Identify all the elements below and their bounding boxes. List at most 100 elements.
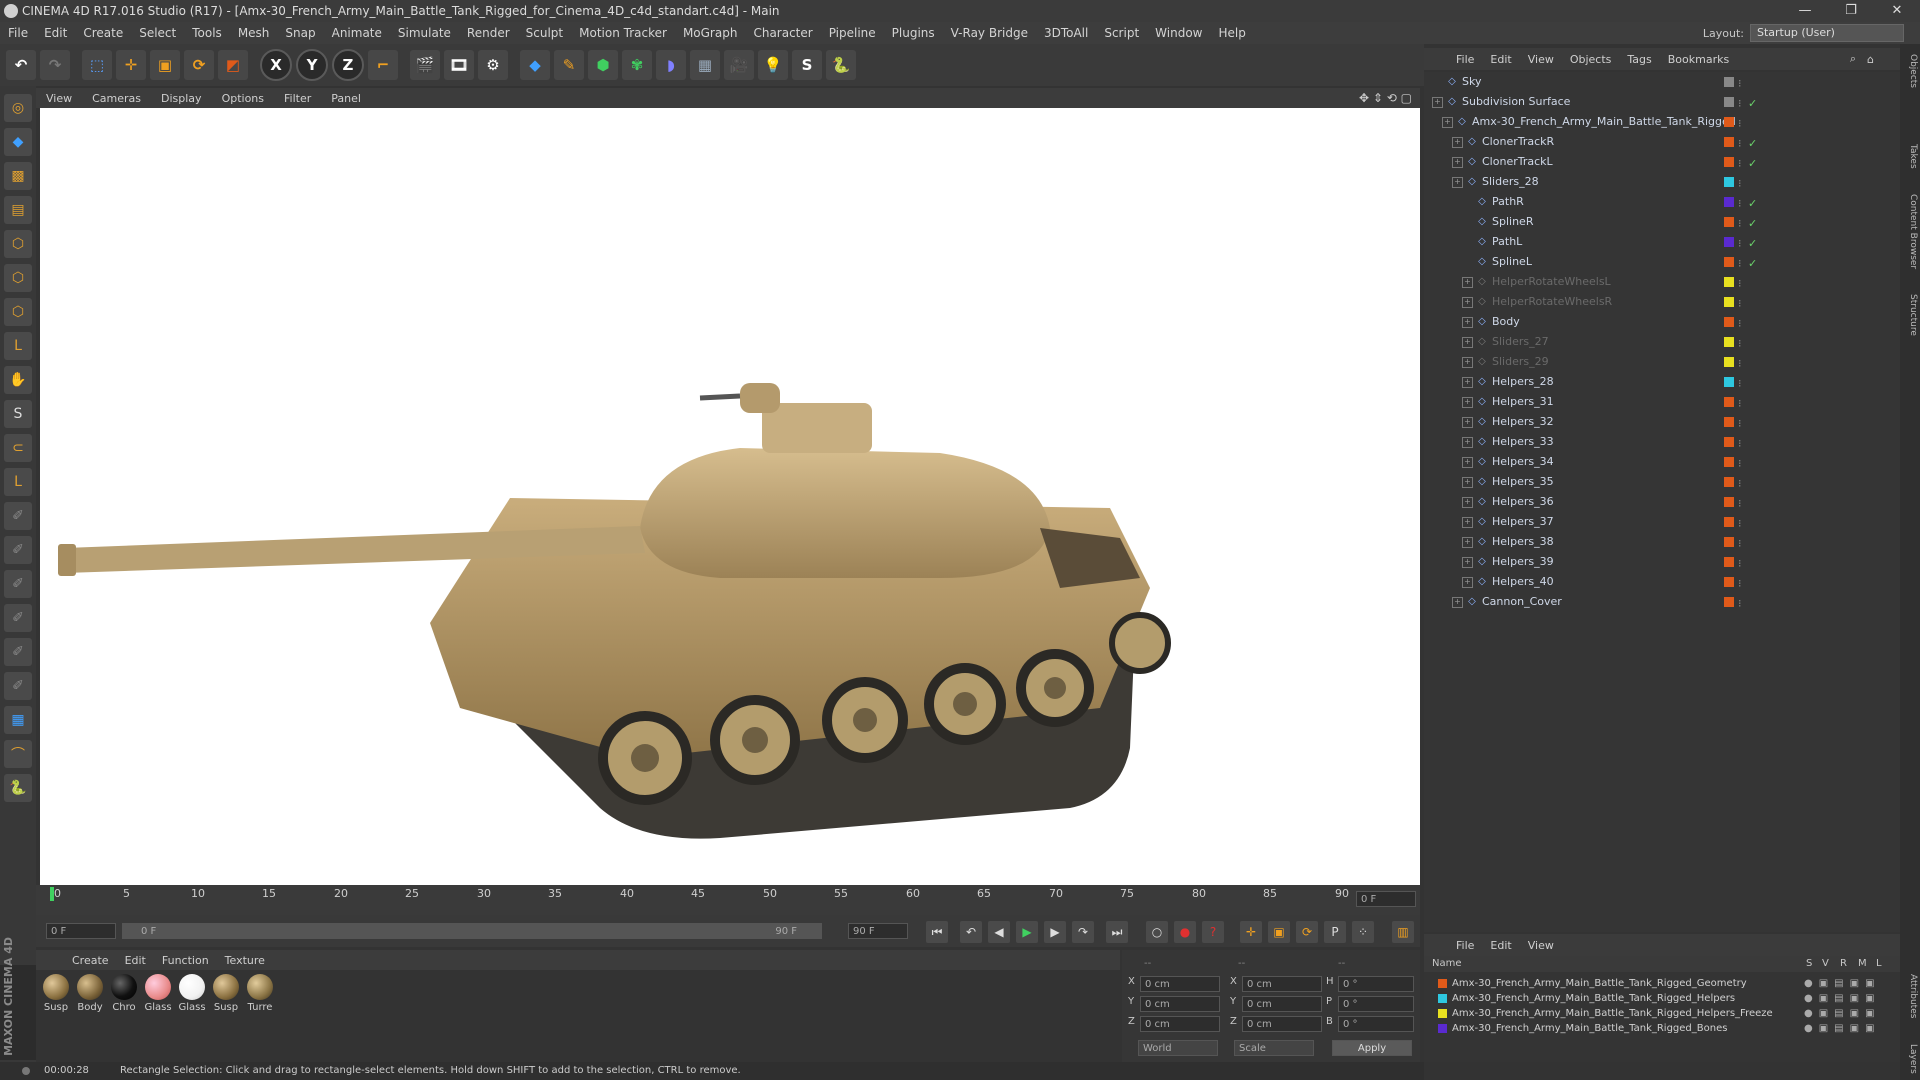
minimize-button[interactable]: — bbox=[1782, 0, 1828, 22]
sketch-icon[interactable]: S bbox=[792, 50, 822, 80]
recent-tools-icon[interactable]: ◩ bbox=[218, 50, 248, 80]
om-menu-edit[interactable]: Edit bbox=[1482, 53, 1519, 66]
sculpt-icon[interactable]: ✐ bbox=[4, 604, 32, 632]
visibility-dots-icon[interactable]: ⁝ bbox=[1738, 554, 1742, 574]
expand-toggle-icon[interactable]: + bbox=[1452, 157, 1463, 168]
play-icon[interactable]: ▶ bbox=[1016, 921, 1038, 943]
expand-toggle-icon[interactable]: + bbox=[1462, 557, 1473, 568]
subdivision-icon[interactable]: ⬢ bbox=[588, 50, 618, 80]
visibility-dots-icon[interactable]: ⁝ bbox=[1738, 74, 1742, 94]
object-row[interactable]: + ◇ Helpers_38 ⁝ bbox=[1424, 532, 1900, 552]
layer-color-swatch[interactable] bbox=[1724, 457, 1734, 467]
record-keys-icon[interactable]: ○ bbox=[1146, 921, 1168, 943]
go-to-start-icon[interactable]: ⏮ bbox=[926, 921, 948, 943]
brush-icon[interactable]: ✐ bbox=[4, 502, 32, 530]
menu-file[interactable]: File bbox=[0, 26, 36, 40]
layer-flags-icon[interactable]: ●▣▤▣▣ bbox=[1804, 1021, 1881, 1036]
object-row[interactable]: + ◇ Sliders_29 ⁝ bbox=[1424, 352, 1900, 372]
material-menu-texture[interactable]: Texture bbox=[217, 954, 273, 967]
enabled-check-icon[interactable]: ✓ bbox=[1748, 94, 1757, 114]
material-swatch[interactable]: Glass bbox=[178, 974, 206, 1058]
menu-pipeline[interactable]: Pipeline bbox=[821, 26, 884, 40]
object-name[interactable]: Sky bbox=[1462, 72, 1481, 92]
object-name[interactable]: SplineR bbox=[1492, 212, 1533, 232]
position-y-field[interactable]: 0 cm bbox=[1140, 996, 1220, 1012]
object-name[interactable]: PathR bbox=[1492, 192, 1524, 212]
viewport-menu-options[interactable]: Options bbox=[212, 92, 274, 105]
current-frame-field[interactable]: 0 F bbox=[1356, 891, 1416, 907]
grab-icon[interactable]: ✐ bbox=[4, 638, 32, 666]
lm-menu-edit[interactable]: Edit bbox=[1482, 939, 1519, 952]
previous-key-icon[interactable]: ↶ bbox=[960, 921, 982, 943]
material-swatch[interactable]: Glass bbox=[144, 974, 172, 1058]
layer-color-swatch[interactable] bbox=[1724, 477, 1734, 487]
viewport-navigation-icons[interactable]: ✥ ⇕ ⟲ ▢ bbox=[1359, 91, 1412, 105]
menu-help[interactable]: Help bbox=[1210, 26, 1253, 40]
visibility-dots-icon[interactable]: ⁝ bbox=[1738, 134, 1742, 154]
object-name[interactable]: ClonerTrackL bbox=[1482, 152, 1553, 172]
enabled-check-icon[interactable]: ✓ bbox=[1748, 214, 1757, 234]
object-name[interactable]: Helpers_34 bbox=[1492, 452, 1554, 472]
texture-mode-icon[interactable]: ▩ bbox=[4, 162, 32, 190]
visibility-dots-icon[interactable]: ⁝ bbox=[1738, 514, 1742, 534]
object-row[interactable]: + ◇ HelperRotateWheelsR ⁝ bbox=[1424, 292, 1900, 312]
menu-sculpt[interactable]: Sculpt bbox=[518, 26, 571, 40]
object-name[interactable]: Helpers_35 bbox=[1492, 472, 1554, 492]
size-x-field[interactable]: 0 cm bbox=[1242, 976, 1322, 992]
layer-color-swatch[interactable] bbox=[1724, 217, 1734, 227]
x-axis-lock-button[interactable]: X bbox=[260, 49, 292, 81]
expand-toggle-icon[interactable]: + bbox=[1462, 377, 1473, 388]
object-row[interactable]: + ◇ Sliders_28 ⁝ bbox=[1424, 172, 1900, 192]
go-to-end-icon[interactable]: ⏭ bbox=[1106, 921, 1128, 943]
layer-color-swatch[interactable] bbox=[1724, 337, 1734, 347]
menu-animate[interactable]: Animate bbox=[324, 26, 390, 40]
menu-snap[interactable]: Snap bbox=[277, 26, 323, 40]
layer-color-swatch[interactable] bbox=[1724, 517, 1734, 527]
lm-menu-file[interactable]: File bbox=[1448, 939, 1482, 952]
side-tab-layers[interactable]: Layers bbox=[1902, 1044, 1918, 1074]
key-rotation-icon[interactable]: ⟳ bbox=[1296, 921, 1318, 943]
material-swatch[interactable]: Chro bbox=[110, 974, 138, 1058]
layer-color-swatch[interactable] bbox=[1724, 317, 1734, 327]
visibility-dots-icon[interactable]: ⁝ bbox=[1738, 274, 1742, 294]
expand-toggle-icon[interactable]: + bbox=[1462, 497, 1473, 508]
layer-color-swatch[interactable] bbox=[1724, 417, 1734, 427]
material-swatch[interactable]: Susp bbox=[212, 974, 240, 1058]
visibility-dots-icon[interactable]: ⁝ bbox=[1738, 414, 1742, 434]
layer-color-swatch[interactable] bbox=[1724, 277, 1734, 287]
coordinate-system-icon[interactable]: ⌐ bbox=[368, 50, 398, 80]
menu-edit[interactable]: Edit bbox=[36, 26, 75, 40]
menu-vray-bridge[interactable]: V-Ray Bridge bbox=[943, 26, 1036, 40]
next-key-icon[interactable]: ↷ bbox=[1072, 921, 1094, 943]
object-name[interactable]: HelperRotateWheelsL bbox=[1492, 272, 1611, 292]
snap-icon[interactable]: S bbox=[4, 400, 32, 428]
object-row[interactable]: + ◇ HelperRotateWheelsL ⁝ bbox=[1424, 272, 1900, 292]
object-name[interactable]: ClonerTrackR bbox=[1482, 132, 1554, 152]
deformer-icon[interactable]: ◗ bbox=[656, 50, 686, 80]
lm-menu-view[interactable]: View bbox=[1520, 939, 1562, 952]
object-row[interactable]: + ◇ ClonerTrackR ⁝ ✓ bbox=[1424, 132, 1900, 152]
y-axis-lock-button[interactable]: Y bbox=[296, 49, 328, 81]
object-row[interactable]: + ◇ ClonerTrackL ⁝ ✓ bbox=[1424, 152, 1900, 172]
side-tab-takes[interactable]: Takes bbox=[1902, 144, 1918, 169]
layer-color-swatch[interactable] bbox=[1724, 177, 1734, 187]
expand-toggle-icon[interactable]: + bbox=[1462, 437, 1473, 448]
workplane-icon[interactable]: ▤ bbox=[4, 196, 32, 224]
end-frame-field[interactable]: 90 F bbox=[848, 923, 908, 939]
start-frame-field[interactable]: 0 F bbox=[46, 923, 116, 939]
visibility-dots-icon[interactable]: ⁝ bbox=[1738, 254, 1742, 274]
timeline-ruler[interactable]: 0 5 10 15 20 25 30 35 40 45 50 55 60 65 … bbox=[36, 885, 1420, 915]
object-row[interactable]: + ◇ Body ⁝ bbox=[1424, 312, 1900, 332]
expand-toggle-icon[interactable]: + bbox=[1462, 297, 1473, 308]
layer-row[interactable]: Amx-30_French_Army_Main_Battle_Tank_Rigg… bbox=[1424, 976, 1900, 991]
layer-name[interactable]: Amx-30_French_Army_Main_Battle_Tank_Rigg… bbox=[1452, 976, 1747, 991]
layer-color-swatch[interactable] bbox=[1438, 994, 1447, 1003]
layer-color-swatch[interactable] bbox=[1724, 537, 1734, 547]
python-icon[interactable]: 🐍 bbox=[826, 50, 856, 80]
enabled-check-icon[interactable]: ✓ bbox=[1748, 154, 1757, 174]
object-name[interactable]: PathL bbox=[1492, 232, 1522, 252]
om-menu-view[interactable]: View bbox=[1520, 53, 1562, 66]
enabled-check-icon[interactable]: ✓ bbox=[1748, 234, 1757, 254]
expand-toggle-icon[interactable]: + bbox=[1452, 137, 1463, 148]
render-picture-viewer-icon[interactable]: 🎞 bbox=[444, 50, 474, 80]
